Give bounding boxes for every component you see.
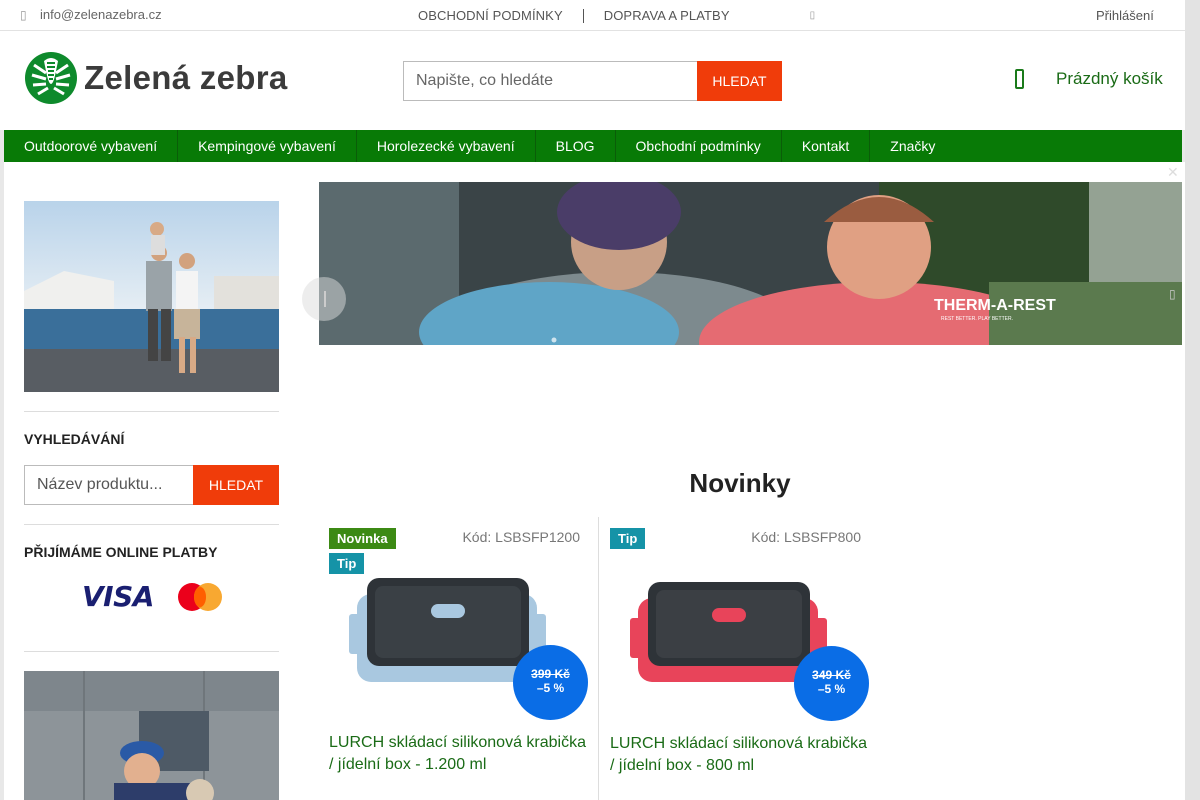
product-divider — [598, 517, 599, 800]
site-header: Zelená zebra HLEDAT Prázdný košík — [0, 31, 1185, 130]
site-logo[interactable]: Zelená zebra — [24, 51, 288, 105]
phone-icon: ▯ — [20, 7, 27, 22]
top-nav: OBCHODNÍ PODMÍNKY DOPRAVA A PLATBY ▯ — [418, 8, 815, 23]
product-name-link[interactable]: LURCH skládací silikonová krabička / jíd… — [329, 732, 591, 776]
badge-tip: Tip — [610, 528, 646, 549]
sidebar-divider — [24, 651, 279, 652]
slider-prev-button[interactable] — [302, 277, 346, 321]
nav-separator — [582, 8, 584, 23]
search-button[interactable]: HLEDAT — [697, 61, 782, 101]
cart-icon — [1015, 69, 1024, 89]
logo-text: Zelená zebra — [84, 59, 288, 96]
search-input[interactable] — [403, 61, 697, 101]
badge-new: Novinka — [329, 528, 396, 549]
chevron-left-icon — [324, 291, 326, 307]
slider-next-button[interactable]: ▯ — [1169, 287, 1176, 303]
product-card[interactable]: Novinka Tip Kód: LSBSFP1200 399 Kč –5 % … — [319, 516, 590, 800]
menu-item-contact[interactable]: Kontakt — [782, 130, 871, 162]
sidebar-search-title: VYHLEDÁVÁNÍ — [24, 431, 125, 447]
product-code: Kód: LSBSFP1200 — [462, 529, 580, 545]
old-price: 349 Kč — [812, 668, 851, 682]
product-code: Kód: LSBSFP800 — [751, 529, 861, 545]
close-icon[interactable]: ✕ — [1167, 164, 1179, 181]
menu-item-camping[interactable]: Kempingové vybavení — [178, 130, 357, 162]
menu-item-climbing[interactable]: Horolezecké vybavení — [357, 130, 536, 162]
sidebar: VYHLEDÁVÁNÍ HLEDAT PŘIJÍMÁME ONLINE PLAT… — [4, 162, 299, 800]
hero-banner[interactable]: THERM-A-REST REST BETTER. PLAY BETTER. — [319, 182, 1182, 345]
menu-item-terms[interactable]: Obchodní podmínky — [616, 130, 782, 162]
login-link[interactable]: Přihlášení — [1096, 8, 1154, 23]
top-bar: ▯ info@zelenazebra.cz OBCHODNÍ PODMÍNKY … — [0, 0, 1185, 31]
discount: –5 % — [536, 681, 565, 695]
header-search: HLEDAT — [403, 61, 782, 101]
mastercard-logo — [177, 582, 222, 611]
family-photo — [24, 201, 279, 392]
top-link-terms[interactable]: OBCHODNÍ PODMÍNKY — [418, 8, 563, 23]
sale-badge: 349 Kč –5 % — [794, 646, 869, 721]
main-content: THERM-A-REST REST BETTER. PLAY BETTER. ▯… — [299, 162, 1185, 800]
discount: –5 % — [817, 682, 846, 696]
email-link[interactable]: info@zelenazebra.cz — [40, 7, 162, 22]
menu-item-blog[interactable]: BLOG — [536, 130, 616, 162]
page-scroll-strip — [1185, 0, 1200, 800]
sidebar-search-input[interactable] — [24, 465, 193, 505]
main-menu: Outdoorové vybavení Kempingové vybavení … — [4, 130, 1182, 162]
product-name-link[interactable]: LURCH skládací silikonová krabička / jíd… — [610, 733, 872, 777]
contact-email[interactable]: ▯ info@zelenazebra.cz — [20, 7, 162, 22]
banner-tagline: REST BETTER. PLAY BETTER. — [941, 316, 1013, 322]
menu-item-outdoor[interactable]: Outdoorové vybavení — [4, 130, 179, 162]
child-photo — [24, 671, 279, 800]
sidebar-divider — [24, 524, 279, 525]
product-card[interactable]: Tip Kód: LSBSFP800 349 Kč –5 % LURCH skl… — [600, 516, 871, 800]
sidebar-banner-child[interactable] — [24, 671, 279, 800]
more-icon[interactable]: ▯ — [810, 10, 816, 21]
sale-badge: 399 Kč –5 % — [513, 645, 588, 720]
banner-brand: THERM-A-REST — [934, 297, 1056, 314]
sidebar-divider — [24, 411, 279, 412]
old-price: 399 Kč — [531, 667, 570, 681]
cart-label[interactable]: Prázdný košík — [1056, 69, 1163, 89]
section-title-novinky: Novinky — [689, 468, 791, 498]
cart[interactable]: Prázdný košík — [1015, 69, 1163, 89]
payments-title: PŘIJÍMÁME ONLINE PLATBY — [24, 544, 218, 560]
zebra-logo-icon — [25, 52, 77, 104]
menu-item-brands[interactable]: Značky — [870, 130, 955, 162]
visa-logo: VISA — [82, 580, 154, 613]
sidebar-search: HLEDAT — [24, 465, 279, 505]
sidebar-banner-family[interactable] — [24, 201, 279, 392]
payment-logos: VISA — [82, 580, 222, 613]
thermarest-banner-image: THERM-A-REST REST BETTER. PLAY BETTER. — [319, 182, 1182, 345]
sidebar-search-button[interactable]: HLEDAT — [193, 465, 279, 505]
top-link-shipping[interactable]: DOPRAVA A PLATBY — [604, 8, 730, 23]
